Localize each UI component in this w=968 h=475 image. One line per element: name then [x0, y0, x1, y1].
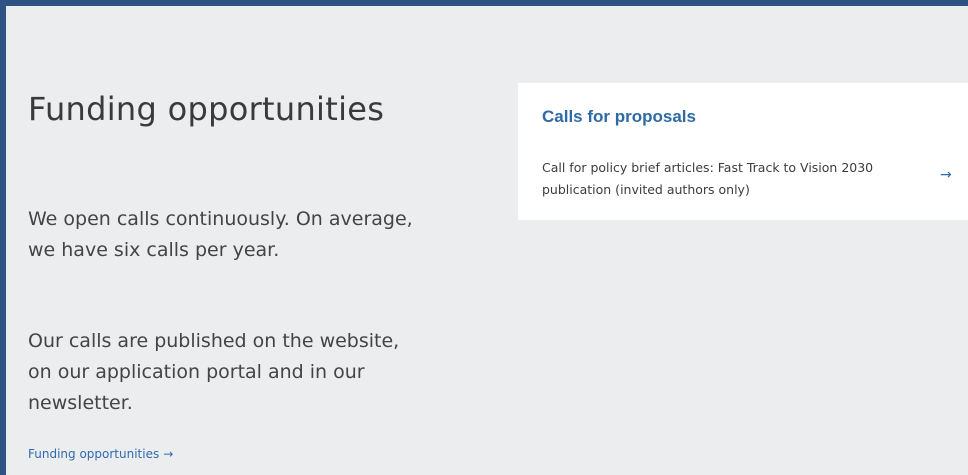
intro-paragraph-publication: Our calls are published on the website, … [28, 330, 400, 414]
content-panel: Funding opportunities We open calls cont… [6, 6, 968, 475]
call-item-policy-brief[interactable]: Call for policy brief articles: Fast Tra… [542, 157, 952, 205]
funding-opportunities-link-label: Funding opportunities [28, 447, 160, 461]
arrow-right-icon: → [940, 167, 952, 183]
card-title: Calls for proposals [542, 107, 696, 126]
call-item-label: Call for policy brief articles: Fast Tra… [542, 160, 874, 197]
funding-opportunities-link[interactable]: Funding opportunities → [28, 446, 173, 462]
intro-paragraph-frequency: We open calls continuously. On average, … [28, 208, 413, 261]
arrow-right-icon: → [163, 447, 174, 461]
section-heading: Funding opportunities [28, 90, 385, 128]
calls-for-proposals-card: Calls for proposals Call for policy brie… [518, 83, 968, 220]
